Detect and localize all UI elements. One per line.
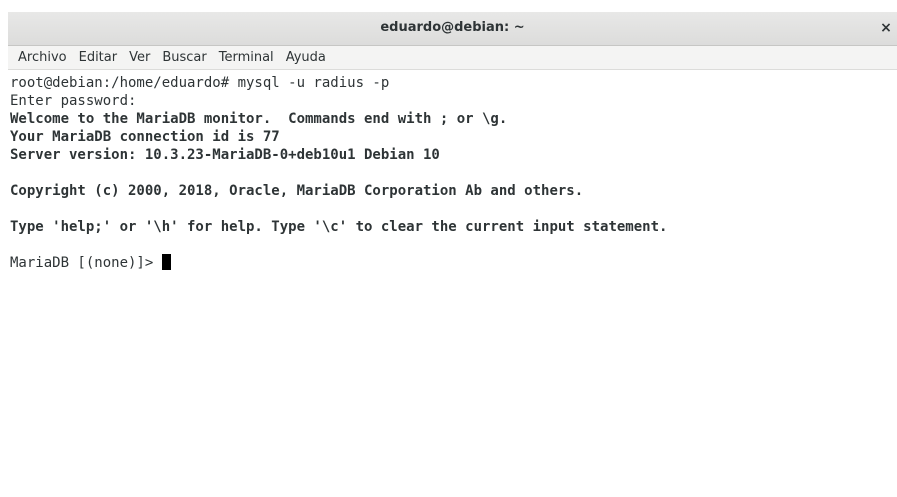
menu-ver[interactable]: Ver	[129, 50, 150, 65]
title-bar[interactable]: eduardo@debian: ~ ×	[8, 12, 897, 46]
menu-terminal[interactable]: Terminal	[219, 50, 274, 65]
window-title: eduardo@debian: ~	[380, 20, 525, 35]
terminal-line: Welcome to the MariaDB monitor. Commands…	[10, 111, 508, 127]
text-cursor	[161, 254, 171, 270]
terminal-output[interactable]: root@debian:/home/eduardo# mysql -u radi…	[10, 74, 890, 494]
terminal-line: root@debian:/home/eduardo# mysql -u radi…	[10, 75, 390, 91]
terminal-line: Enter password:	[10, 93, 137, 109]
prompt-line[interactable]: MariaDB [(none)]>	[10, 254, 890, 272]
menu-bar: Archivo Editar Ver Buscar Terminal Ayuda	[8, 46, 897, 70]
terminal-line: Server version: 10.3.23-MariaDB-0+deb10u…	[10, 147, 440, 163]
menu-editar[interactable]: Editar	[79, 50, 118, 65]
terminal-line: Your MariaDB connection id is 77	[10, 129, 280, 145]
terminal-line: Copyright (c) 2000, 2018, Oracle, MariaD…	[10, 183, 584, 199]
terminal-line: Type 'help;' or '\h' for help. Type '\c'…	[10, 219, 668, 235]
close-button[interactable]: ×	[877, 18, 895, 38]
menu-archivo[interactable]: Archivo	[18, 50, 67, 65]
menu-ayuda[interactable]: Ayuda	[286, 50, 326, 65]
mariadb-prompt: MariaDB [(none)]>	[10, 255, 162, 271]
menu-buscar[interactable]: Buscar	[162, 50, 206, 65]
terminal-window: eduardo@debian: ~ × Archivo Editar Ver B…	[0, 0, 897, 497]
